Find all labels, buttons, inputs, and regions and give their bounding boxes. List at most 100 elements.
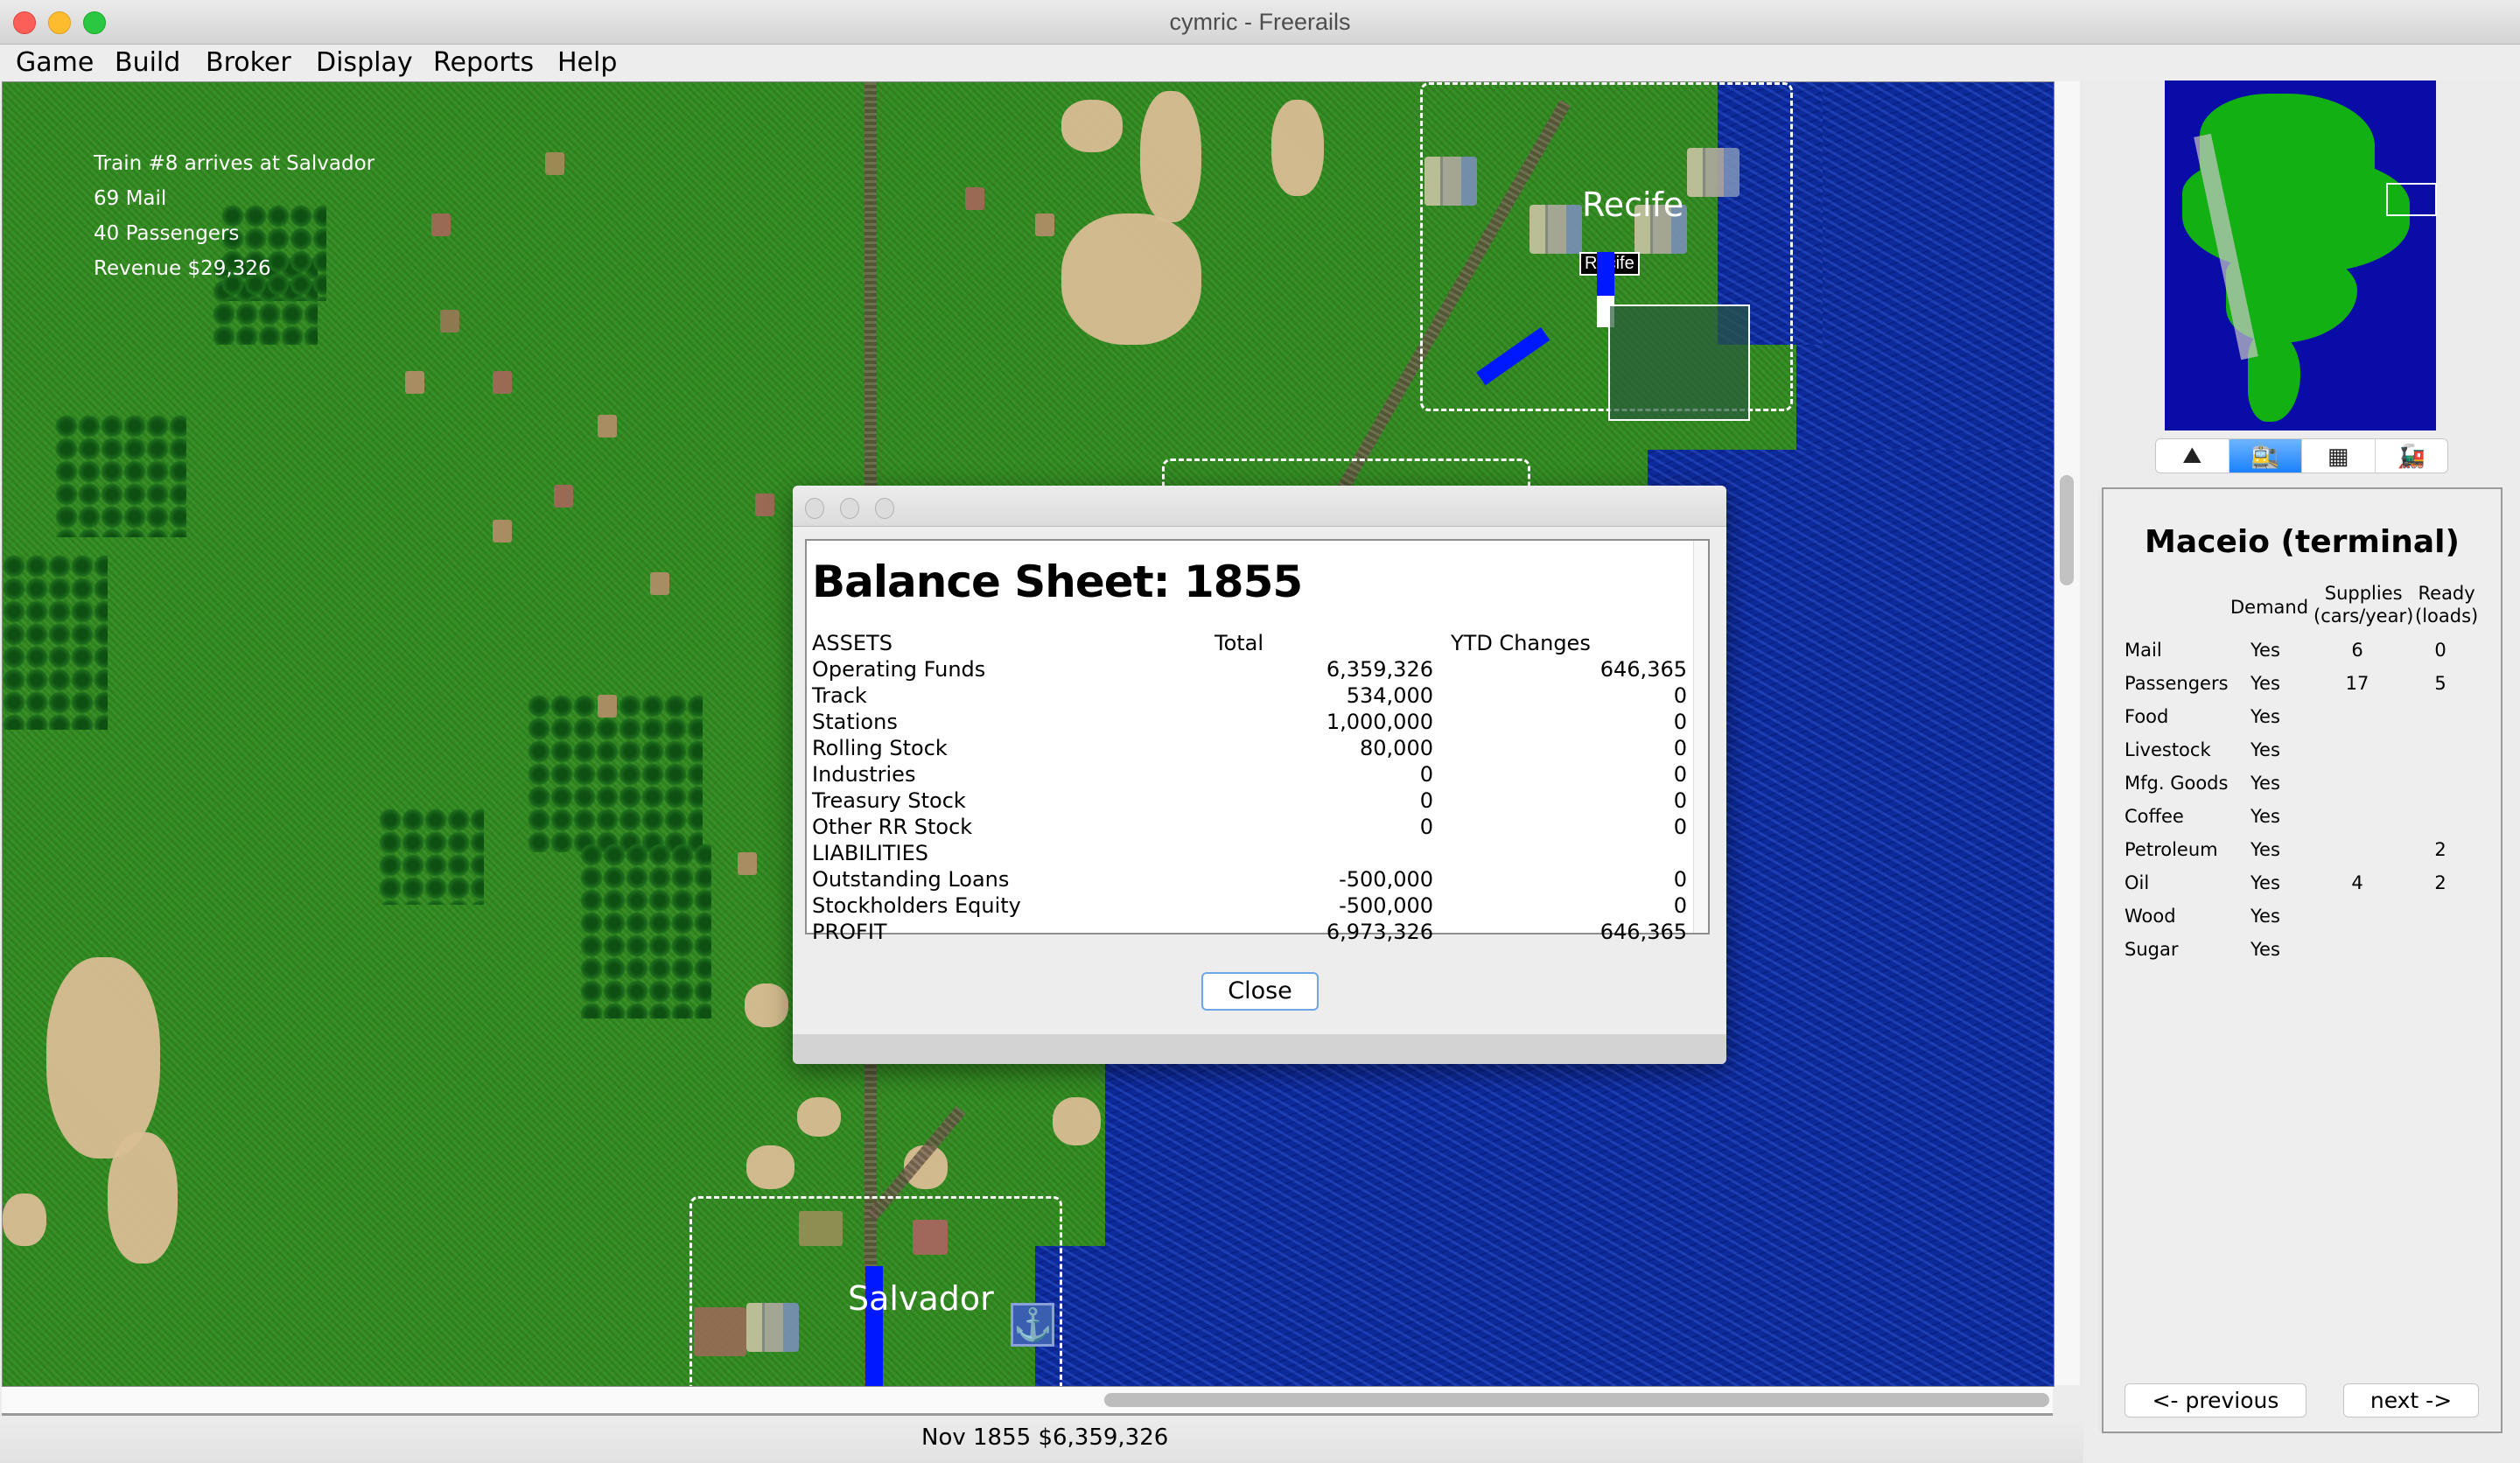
tab-build-track[interactable]: ▦ [2302, 439, 2376, 472]
cargo-demand: Yes [2250, 939, 2280, 960]
cargo-demand: Yes [2250, 640, 2280, 661]
header-supplies: Supplies (cars/year) [2314, 582, 2413, 627]
row-label: LIABILITIES [812, 841, 928, 865]
balance-sheet-row: Other RR Stock 0 0 [812, 815, 1687, 841]
dialog-zoom-dot[interactable] [875, 498, 894, 519]
row-label: Outstanding Loans [812, 867, 1010, 892]
terrain-info-icon: ⛰ [2182, 442, 2202, 468]
cargo-demand: Yes [2250, 872, 2280, 893]
industry-building [913, 1220, 948, 1255]
forest [379, 808, 484, 905]
date-and-cash: Nov 1855 $6,359,326 [921, 1424, 1169, 1451]
header-ready-line2: (loads) [2415, 606, 2479, 626]
row-ytd: 0 [1673, 893, 1687, 918]
desert-patch [108, 1132, 178, 1264]
desert-patch [745, 984, 788, 1027]
desert-patch [46, 957, 160, 1158]
dialog-titlebar[interactable] [793, 486, 1726, 527]
column-total: Total [1214, 631, 1264, 655]
row-total: 0 [1419, 815, 1433, 839]
cargo-demand: Yes [2250, 839, 2280, 860]
balance-sheet-dialog: Balance Sheet: 1855 ASSETS Total YTD Cha… [793, 486, 1726, 1064]
header-demand: Demand [2230, 597, 2309, 618]
row-total: 1,000,000 [1326, 710, 1433, 734]
message-line: Revenue $29,326 [94, 257, 271, 280]
sidebar-tabs: ⛰ 🚉 ▦ 🚂 [2155, 438, 2448, 473]
row-ytd: 0 [1673, 815, 1687, 839]
dialog-footer [793, 1034, 1726, 1064]
balance-sheet-scrollbar[interactable] [1693, 541, 1708, 933]
farm-building [738, 852, 757, 875]
desert-patch [1061, 214, 1201, 345]
header-supplies-line2: (cars/year) [2314, 606, 2414, 626]
cargo-demand: Yes [2250, 673, 2280, 694]
row-total: 0 [1419, 762, 1433, 787]
cargo-row: Passengers Yes 17 5 [2104, 673, 2497, 706]
town-block [1687, 148, 1740, 197]
station-info-panel: Maceio (terminal) Demand Supplies (cars/… [2102, 487, 2502, 1433]
anchor-icon[interactable]: ⚓ [1011, 1303, 1054, 1347]
row-ytd: 0 [1673, 762, 1687, 787]
farm-building [440, 310, 459, 332]
town-block [1424, 157, 1477, 206]
station-info-icon: 🚉 [2250, 442, 2279, 469]
tab-station-info[interactable]: 🚉 [2229, 439, 2302, 472]
next-station-button[interactable]: next -> [2343, 1383, 2479, 1418]
cargo-ready: 0 [2434, 640, 2446, 661]
menu-reports[interactable]: Reports [433, 47, 534, 78]
cargo-supplies: 17 [2345, 673, 2370, 694]
dialog-minimize-dot[interactable] [840, 498, 859, 519]
tab-terrain-info[interactable]: ⛰ [2156, 439, 2230, 472]
dialog-close-dot[interactable] [805, 498, 824, 519]
map-vertical-scroll-thumb[interactable] [2060, 475, 2074, 585]
row-total: 80,000 [1360, 736, 1433, 760]
close-button[interactable]: Close [1201, 972, 1319, 1011]
row-ytd: 0 [1673, 788, 1687, 813]
row-total: 534,000 [1346, 683, 1433, 708]
cargo-cargo: Passengers [2124, 673, 2229, 694]
farm-building [554, 485, 573, 508]
farm-building [755, 494, 774, 516]
city-label-salvador[interactable]: Salvador [848, 1279, 994, 1318]
farm-building [965, 187, 984, 210]
cargo-ready: 5 [2434, 673, 2446, 694]
cargo-ready: 2 [2434, 839, 2446, 860]
cargo-supplies: 4 [2351, 872, 2363, 893]
cargo-demand: Yes [2250, 806, 2280, 827]
minimap[interactable] [2165, 80, 2436, 430]
menu-build[interactable]: Build [115, 47, 180, 78]
column-ytd: YTD Changes [1451, 631, 1591, 655]
menu-broker[interactable]: Broker [206, 47, 291, 78]
minimap-viewport-indicator[interactable] [2386, 183, 2437, 216]
header-supplies-line1: Supplies [2324, 583, 2403, 604]
forest [528, 695, 703, 852]
window-titlebar: cymric - Freerails [0, 0, 2520, 45]
row-label: Industries [812, 762, 916, 787]
message-line: 69 Mail [94, 187, 167, 210]
farm-building [431, 214, 451, 236]
city-label-recife[interactable]: Recife [1582, 186, 1684, 224]
menu-help[interactable]: Help [557, 47, 617, 78]
previous-station-button[interactable]: <- previous [2124, 1383, 2306, 1418]
cargo-row: Coffee Yes [2104, 806, 2497, 839]
map-vertical-scrollbar[interactable] [2055, 81, 2080, 1385]
row-label: Treasury Stock [812, 788, 966, 813]
menu-game[interactable]: Game [16, 47, 94, 78]
row-ytd: 646,365 [1600, 920, 1687, 944]
menu-display[interactable]: Display [316, 47, 413, 78]
row-total: 6,973,326 [1326, 920, 1433, 944]
cargo-cargo: Coffee [2124, 806, 2184, 827]
cargo-cargo: Mfg. Goods [2124, 773, 2229, 794]
tab-train-list[interactable]: 🚂 [2376, 439, 2448, 472]
cargo-demand: Yes [2250, 773, 2280, 794]
train-cars[interactable] [1597, 252, 1614, 296]
farm-building [650, 572, 669, 595]
cargo-cargo: Wood [2124, 906, 2176, 927]
row-label: Other RR Stock [812, 815, 973, 839]
map-horizontal-scroll-thumb[interactable] [1104, 1393, 2049, 1407]
row-total: -500,000 [1339, 867, 1433, 892]
balance-sheet-row: Rolling Stock 80,000 0 [812, 736, 1687, 762]
header-ready: Ready (loads) [2415, 582, 2478, 627]
cargo-cargo: Sugar [2124, 939, 2179, 960]
row-label: Stations [812, 710, 898, 734]
